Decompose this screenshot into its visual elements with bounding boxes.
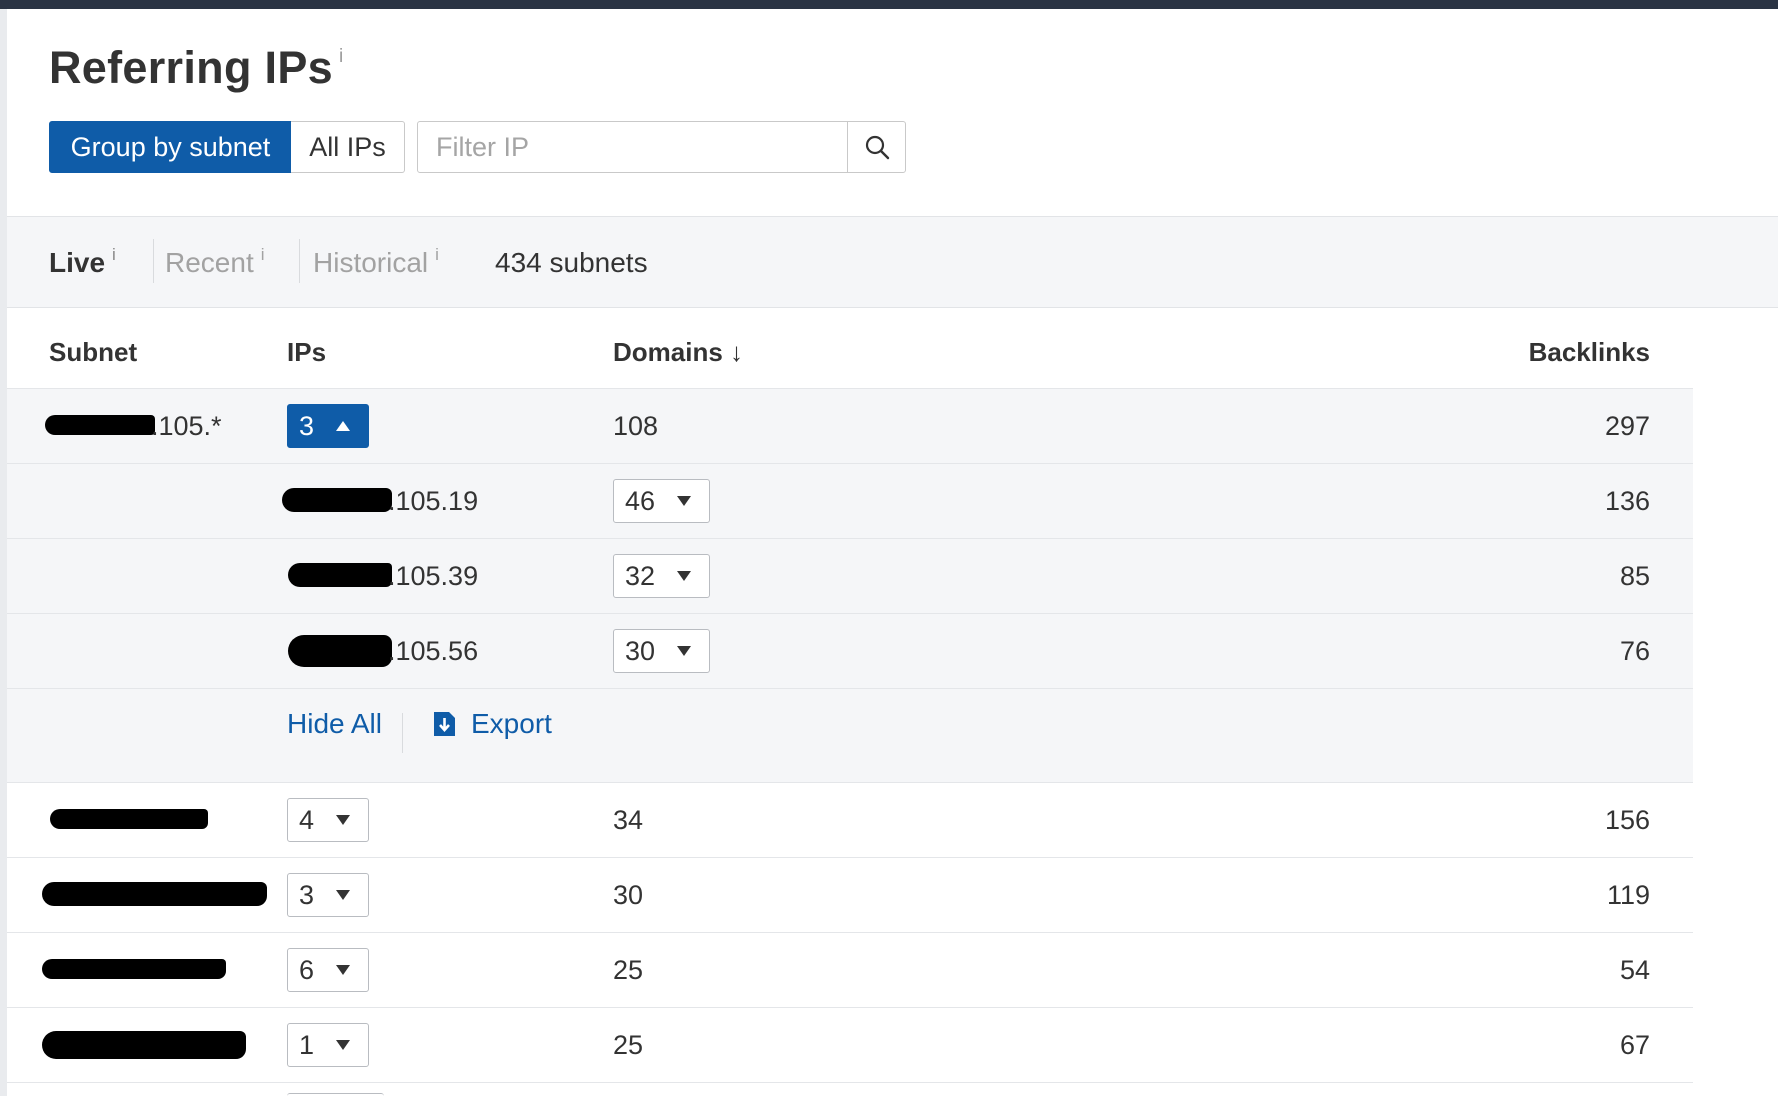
chevron-up-icon	[335, 405, 351, 447]
search-button[interactable]	[847, 121, 906, 173]
tab-divider	[153, 239, 154, 283]
table-row-child: .105.19 46 136	[7, 464, 1693, 539]
column-header-backlinks[interactable]: Backlinks	[1529, 337, 1650, 368]
ips-count-toggle[interactable]: 3	[287, 873, 369, 917]
export-link[interactable]: Export	[432, 708, 552, 740]
redacted-ip	[42, 1031, 246, 1059]
column-header-domains[interactable]: Domains ↓	[613, 337, 743, 368]
group-by-subnet-button[interactable]: Group by subnet	[49, 121, 292, 173]
ip-cell: .105.19	[388, 486, 479, 516]
domains-dropdown[interactable]: 46	[613, 479, 710, 523]
left-edge	[0, 9, 7, 1096]
table-row-expanded[interactable]: .105.* 3 108 297	[7, 389, 1693, 464]
chevron-down-icon	[335, 874, 351, 916]
ips-count-toggle[interactable]: 1	[287, 1023, 369, 1067]
ip-cell: .105.56	[388, 636, 479, 666]
chevron-down-icon	[335, 1024, 351, 1066]
page-title: Referring IPs i	[49, 42, 344, 93]
backlinks-cell: 119	[1606, 880, 1650, 910]
all-ips-button[interactable]: All IPs	[291, 121, 405, 173]
redacted-ip	[42, 959, 226, 979]
ips-count-toggle[interactable]: 4	[287, 798, 369, 842]
recent-info-icon[interactable]: i	[261, 245, 265, 264]
column-header-subnet[interactable]: Subnet	[49, 337, 137, 368]
redacted-ip	[50, 809, 208, 829]
table-row-partial	[7, 1083, 1693, 1096]
domains-dropdown[interactable]: 32	[613, 554, 710, 598]
tab-recent[interactable]: Recent i	[165, 245, 265, 279]
backlinks-cell: 297	[1604, 411, 1650, 441]
ips-count-toggle[interactable]: 6	[287, 948, 369, 992]
group-actions-row: Hide All Export	[7, 689, 1693, 783]
tab-live[interactable]: Live i	[49, 245, 116, 279]
table-row-child: .105.56 30 76	[7, 614, 1693, 689]
table-row[interactable]: 3 30 119	[7, 858, 1693, 933]
redacted-ip	[45, 415, 155, 435]
backlinks-cell: 76	[1619, 636, 1650, 666]
chevron-down-icon	[676, 555, 692, 597]
domains-dropdown[interactable]: 30	[613, 629, 710, 673]
backlinks-cell: 67	[1619, 1030, 1650, 1060]
subnet-count: 434 subnets	[495, 247, 648, 278]
redacted-ip	[42, 882, 267, 906]
historical-info-icon[interactable]: i	[435, 245, 439, 264]
sort-desc-icon: ↓	[730, 337, 744, 367]
backlinks-cell: 54	[1619, 955, 1650, 985]
chevron-down-icon	[335, 949, 351, 991]
redacted-ip	[288, 635, 392, 667]
tab-bar: Live i Recent i Historical i 434 subnets	[7, 216, 1778, 308]
tab-historical[interactable]: Historical i	[313, 245, 439, 279]
redacted-ip	[282, 488, 392, 512]
domains-cell: 34	[613, 805, 644, 835]
redacted-ip	[288, 563, 392, 587]
action-divider	[402, 713, 403, 753]
table-row-child: .105.39 32 85	[7, 539, 1693, 614]
live-info-icon[interactable]: i	[112, 245, 116, 264]
backlinks-cell: 136	[1604, 486, 1650, 516]
domains-cell: 108	[613, 411, 659, 441]
filter-ip-input[interactable]	[417, 121, 848, 173]
ip-cell: .105.39	[388, 561, 479, 591]
export-icon	[432, 710, 457, 738]
chevron-down-icon	[676, 630, 692, 672]
table-row[interactable]: 4 34 156	[7, 783, 1693, 858]
domains-cell: 25	[613, 1030, 644, 1060]
subnet-cell: .105.*	[151, 411, 222, 441]
table-row[interactable]: 6 25 54	[7, 933, 1693, 1008]
hide-all-link[interactable]: Hide All	[287, 708, 382, 740]
tab-divider	[299, 239, 300, 283]
search-icon	[865, 135, 889, 160]
column-header-ips[interactable]: IPs	[287, 337, 326, 368]
domains-cell: 30	[613, 880, 644, 910]
title-info-icon[interactable]: i	[339, 46, 344, 67]
chevron-down-icon	[335, 799, 351, 841]
backlinks-cell: 85	[1619, 561, 1650, 591]
backlinks-cell: 156	[1604, 805, 1650, 835]
table-row[interactable]: 1 25 67	[7, 1008, 1693, 1083]
ips-count-toggle[interactable]: 3	[287, 404, 369, 448]
top-bar	[0, 0, 1778, 9]
chevron-down-icon	[676, 480, 692, 522]
domains-cell: 25	[613, 955, 644, 985]
